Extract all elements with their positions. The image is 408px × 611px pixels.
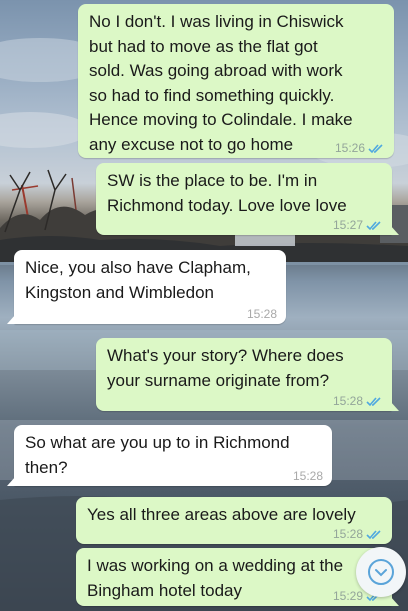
message-text: No I don't. I was living in Chiswick but… (89, 12, 353, 154)
message-time: 15:29 (332, 589, 363, 603)
message-bubble-outgoing[interactable]: No I don't. I was living in Chiswick but… (78, 4, 394, 158)
scroll-to-bottom-button[interactable] (356, 547, 406, 597)
message-meta: 15:28 (247, 307, 277, 321)
message-bubble-outgoing[interactable]: I was working on a wedding at the Bingha… (76, 548, 399, 606)
message-meta: 15:27 (333, 218, 383, 232)
message-text: Nice, you also have Clapham, Kingston an… (25, 258, 251, 302)
double-check-icon (368, 143, 383, 153)
message-bubble-outgoing[interactable]: SW is the place to be. I'm in Richmond t… (96, 163, 399, 235)
message-text: What's your story? Where does your surna… (107, 346, 344, 390)
double-check-icon (366, 529, 381, 539)
message-text: So what are you up to in Richmond then? (25, 433, 290, 477)
message-time: 15:27 (332, 218, 363, 232)
message-time: 15:28 (332, 394, 363, 408)
message-text: Yes all three areas above are lovely (87, 505, 356, 524)
message-meta: 15:26 (335, 141, 385, 155)
message-bubble-incoming[interactable]: So what are you up to in Richmond then? … (7, 425, 332, 486)
message-meta: 15:28 (333, 527, 383, 541)
message-time: 15:28 (246, 307, 277, 321)
message-bubble-outgoing[interactable]: What's your story? Where does your surna… (96, 338, 399, 411)
message-text: SW is the place to be. I'm in Richmond t… (107, 171, 347, 215)
message-time: 15:28 (332, 527, 363, 541)
message-meta: 15:28 (293, 469, 323, 483)
message-bubble-incoming[interactable]: Nice, you also have Clapham, Kingston an… (7, 250, 286, 324)
message-text: I was working on a wedding at the Bingha… (87, 556, 344, 600)
double-check-icon (366, 396, 381, 406)
double-check-icon (366, 220, 381, 230)
message-bubble-outgoing[interactable]: Yes all three areas above are lovely 15:… (76, 497, 392, 544)
message-time: 15:28 (292, 469, 323, 483)
message-meta: 15:28 (333, 394, 383, 408)
chevron-down-icon (368, 559, 394, 585)
message-time: 15:26 (334, 141, 365, 155)
